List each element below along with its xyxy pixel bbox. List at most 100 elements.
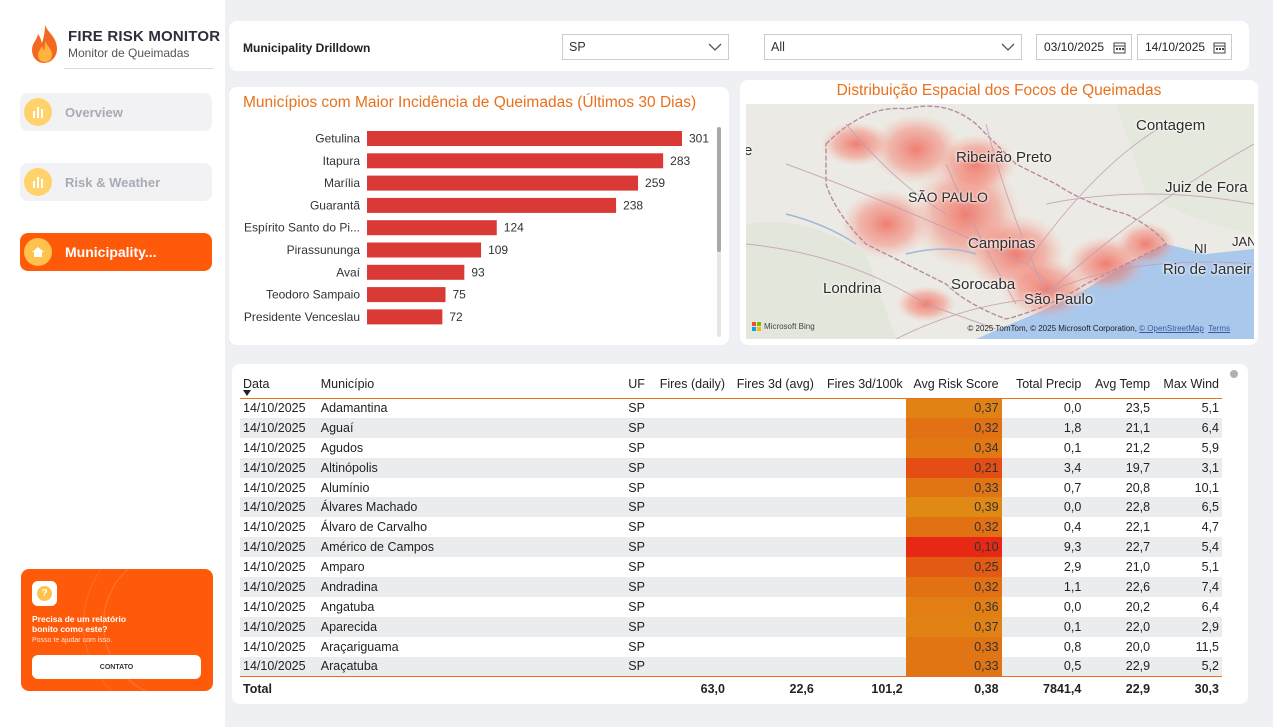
heat-map[interactable]: Contagem Ribeirão Preto SÃO PAULO Juiz d…: [746, 104, 1254, 339]
table-row[interactable]: 14/10/2025 Aguaí SP 0,32 1,8 21,1 6,4: [240, 417, 1222, 438]
map-label: NI: [1194, 241, 1207, 256]
filter-title: Municipality Drilldown: [243, 41, 371, 55]
nav-item-overview[interactable]: Overview: [20, 93, 212, 131]
table-cell: Álvaro de Carvalho: [320, 520, 428, 535]
table-cell: 14/10/2025: [243, 401, 306, 416]
table-cell: 7,4: [1153, 577, 1222, 597]
table-cell: Aparecida: [317, 616, 626, 637]
bar[interactable]: [367, 153, 664, 169]
table-row[interactable]: 14/10/2025 Alumínio SP 0,33 0,7 20,8 10,1: [240, 477, 1222, 498]
column-header[interactable]: Fires 3d (avg): [728, 370, 817, 398]
table-cell: [652, 577, 728, 597]
start-date-input[interactable]: 03/10/2025: [1036, 34, 1132, 60]
table-cell: 0,21: [905, 457, 1002, 478]
bar-chart-card: Municípios com Maior Incidência de Queim…: [229, 87, 729, 345]
table-cell: 5,2: [1153, 656, 1222, 677]
bar[interactable]: [367, 287, 446, 303]
bar-category-label: Teodoro Sampaio: [266, 288, 360, 302]
table-cell: SP: [628, 639, 645, 654]
table-row[interactable]: 14/10/2025 Amparo SP 0,25 2,9 21,0 5,1: [240, 557, 1222, 578]
table-cell: [816, 537, 906, 558]
column-header[interactable]: Fires (daily): [652, 370, 728, 398]
table-row[interactable]: 14/10/2025 Andradina SP 0,32 1,1 22,6 7,4: [240, 577, 1222, 597]
bar[interactable]: [367, 197, 617, 213]
end-date-input[interactable]: 14/10/2025: [1137, 34, 1232, 60]
column-header[interactable]: Total Precip: [1002, 370, 1085, 398]
chevron-down-icon: [1001, 43, 1015, 51]
table-row[interactable]: 14/10/2025 Aparecida SP 0,37 0,1 22,0 2,9: [240, 616, 1222, 637]
home-icon: [24, 238, 52, 266]
table-cell: SP: [625, 537, 653, 558]
bar-category-label: Getulina: [315, 132, 360, 146]
nav-item-municipality[interactable]: Municipality...: [20, 233, 212, 271]
table-cell: 14/10/2025: [243, 560, 306, 575]
table-cell: 6,4: [1201, 599, 1219, 614]
column-header[interactable]: Max Wind: [1153, 370, 1222, 398]
sort-descending-icon[interactable]: [243, 390, 251, 396]
column-header[interactable]: Fires 3d/100k: [817, 370, 906, 398]
map-label: Juiz de Fora: [1165, 179, 1248, 196]
table-row[interactable]: 14/10/2025 Altinópolis SP 0,21 3,4 19,7 3,1: [240, 457, 1222, 478]
table-cell: [817, 557, 906, 577]
column-header[interactable]: UF: [625, 370, 652, 398]
table-cell: [728, 537, 817, 558]
column-header[interactable]: Avg Temp: [1084, 370, 1153, 398]
table-cell: [652, 597, 728, 617]
filter-bar: Municipality Drilldown SP All 03/10/2025…: [229, 21, 1249, 71]
table-row[interactable]: 14/10/2025 Araçariguama SP 0,33 0,8 20,0 11,5: [240, 636, 1222, 657]
table-cell: [728, 497, 817, 518]
column-header[interactable]: Data: [240, 370, 318, 398]
table-cell: 14/10/2025: [240, 457, 318, 478]
table-cell: 0,5: [1001, 656, 1085, 677]
table-cell: 6,4: [1153, 417, 1222, 438]
table-cell: 2,9: [1153, 616, 1222, 637]
table-cell: 0,32: [905, 417, 1002, 438]
column-header[interactable]: Avg Risk Score: [906, 370, 1002, 398]
table-cell: SP: [628, 599, 645, 614]
table-scrollbar[interactable]: [1230, 370, 1238, 378]
bar[interactable]: [367, 220, 497, 236]
data-table-card: Data Município UF Fires (daily) Fires 3d (av…: [232, 364, 1248, 704]
table-cell: [652, 537, 728, 558]
terms-link[interactable]: Terms: [1208, 324, 1230, 333]
table-row[interactable]: 14/10/2025 Adamantina SP 0,37 0,0 23,5 5,1: [240, 398, 1222, 418]
bar-chart-scrollbar[interactable]: [717, 127, 721, 337]
table-row[interactable]: 14/10/2025 Álvaro de Carvalho SP 0,32 0,4 22,…: [240, 517, 1222, 538]
table-row[interactable]: 14/10/2025 Américo de Campos SP 0,10 9,3 22,7…: [240, 537, 1222, 558]
nav-item-risk-weather[interactable]: Risk & Weather: [20, 163, 212, 201]
bar[interactable]: [367, 242, 482, 258]
contact-button[interactable]: CONTATO: [32, 655, 201, 679]
map-title: Distribuição Espacial dos Focos de Queim…: [836, 82, 1162, 99]
bar[interactable]: [367, 175, 639, 191]
table-cell: [652, 517, 728, 537]
table-row[interactable]: 14/10/2025 Araçatuba SP 0,33 0,5 22,9 5,2: [240, 656, 1222, 677]
column-header[interactable]: Município: [318, 370, 625, 398]
table-row[interactable]: 14/10/2025 Angatuba SP 0,36 0,0 20,2 6,4: [240, 596, 1222, 617]
table-cell: 14/10/2025: [243, 520, 306, 535]
bar[interactable]: [367, 131, 682, 146]
nav-item-label: Overview: [65, 104, 123, 120]
table-cell: SP: [625, 616, 653, 637]
table-cell: 0,32: [905, 577, 1002, 597]
table-cell: [817, 398, 906, 418]
table-cell: [816, 656, 906, 677]
table-cell: [728, 517, 817, 537]
table-cell: 22,9: [1084, 656, 1154, 677]
table-cell: 14/10/2025: [243, 480, 306, 495]
bar-value-label: 238: [623, 198, 643, 212]
table-cell: [816, 457, 906, 478]
table-row[interactable]: 14/10/2025 Agudos SP 0,34 0,1 21,2 5,9: [240, 437, 1222, 458]
table-cell: 0,33: [905, 636, 1002, 657]
bar[interactable]: [367, 309, 443, 325]
table-row[interactable]: 14/10/2025 Álvares Machado SP 0,39 0,0 22,8 6,…: [240, 497, 1222, 518]
bar[interactable]: [367, 264, 465, 280]
map-label: JAN: [1232, 234, 1254, 249]
question-icon: ?: [32, 581, 57, 606]
table-cell: [728, 478, 817, 498]
table-cell: 14/10/2025: [243, 639, 306, 654]
municipality-select[interactable]: All: [764, 34, 1022, 60]
table-cell: 0,36: [905, 596, 1002, 617]
osm-link[interactable]: © OpenStreetMap: [1139, 324, 1204, 333]
state-select[interactable]: SP: [562, 34, 729, 60]
table-cell: Altinópolis: [317, 457, 626, 478]
